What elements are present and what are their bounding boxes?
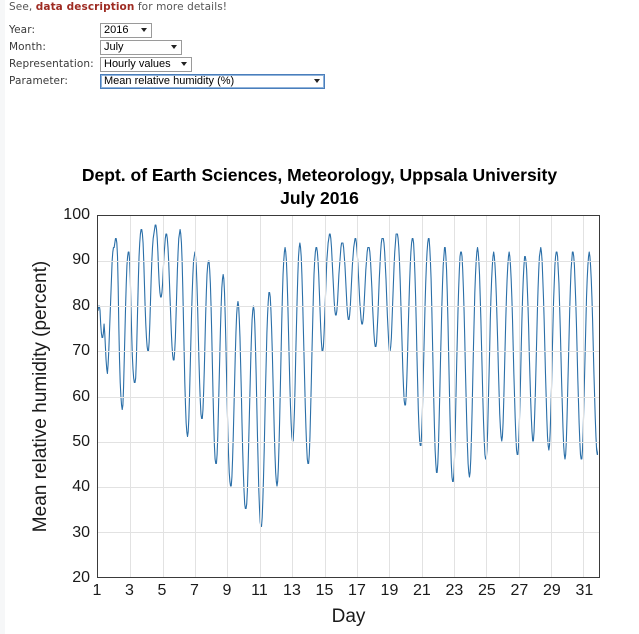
x-tick-label: 11 xyxy=(251,582,268,599)
query-form: Year: 2016 Month: July Representation: H… xyxy=(9,22,409,90)
x-tick-label: 3 xyxy=(125,582,134,599)
x-tick-label: 15 xyxy=(315,582,334,599)
representation-select-value: Hourly values xyxy=(104,57,171,70)
v-gridline xyxy=(389,216,391,577)
chart-title-line1: Dept. of Earth Sciences, Meteorology, Up… xyxy=(81,165,558,185)
data-description-note: See, data description for more details! xyxy=(9,1,227,13)
plot-area xyxy=(97,215,600,578)
x-tick-label: 25 xyxy=(478,582,496,599)
data-description-link[interactable]: data description xyxy=(36,1,135,13)
h-gridline xyxy=(98,531,599,533)
h-gridline xyxy=(98,306,599,308)
x-tick-label: 19 xyxy=(380,582,399,599)
v-gridline xyxy=(421,216,423,577)
x-tick-label: 5 xyxy=(157,582,167,599)
v-gridline xyxy=(486,216,488,577)
x-tick-label: 31 xyxy=(575,582,594,599)
chart-title-line2: July 2016 xyxy=(280,188,359,208)
month-select[interactable]: July xyxy=(100,39,182,55)
parameter-label: Parameter: xyxy=(9,75,68,87)
x-tick-label: 23 xyxy=(445,582,464,599)
x-tick-label: 17 xyxy=(348,582,366,599)
x-tick-label: 21 xyxy=(413,582,431,599)
v-gridline xyxy=(454,216,455,577)
representation-label: Representation: xyxy=(9,58,94,70)
h-gridline xyxy=(98,396,599,398)
note-suffix: for more details! xyxy=(134,1,228,13)
y-axis-title: Mean relative humidity (percent) xyxy=(30,260,51,533)
v-gridline xyxy=(162,216,164,577)
humidity-chart-figure: Dept. of Earth Sciences, Meteorology, Up… xyxy=(0,150,639,634)
h-gridline xyxy=(98,261,599,263)
h-gridline xyxy=(98,486,599,488)
year-select-value: 2016 xyxy=(104,23,129,36)
v-gridline xyxy=(227,216,229,577)
h-gridline xyxy=(98,441,599,443)
v-gridline xyxy=(551,216,553,577)
v-gridline xyxy=(356,216,358,577)
chevron-down-icon xyxy=(141,28,147,32)
representation-select[interactable]: Hourly values xyxy=(100,56,192,72)
x-axis-title: Day xyxy=(331,606,366,627)
parameter-select[interactable]: Mean relative humidity (%) xyxy=(100,73,325,89)
v-gridline xyxy=(518,216,520,577)
year-select[interactable]: 2016 xyxy=(100,22,152,38)
year-label: Year: xyxy=(9,24,36,36)
month-label: Month: xyxy=(9,41,47,53)
form-row-parameter: Parameter: Mean relative humidity (%) xyxy=(9,73,409,89)
v-gridline xyxy=(583,216,585,577)
v-gridline xyxy=(259,216,261,577)
form-row-month: Month: July xyxy=(9,39,409,55)
x-tick-label: 7 xyxy=(190,582,199,599)
v-gridline xyxy=(130,216,132,577)
h-gridline xyxy=(98,351,599,353)
chevron-down-icon xyxy=(181,62,187,66)
x-tick-label: 27 xyxy=(510,582,529,599)
v-gridline xyxy=(324,216,326,577)
chevron-down-icon xyxy=(314,79,320,83)
x-tick-label: 29 xyxy=(543,582,561,599)
plot-gridlines xyxy=(98,216,599,577)
month-select-value: July xyxy=(104,40,124,53)
v-gridline xyxy=(292,216,294,577)
x-tick-label: 9 xyxy=(222,582,232,599)
x-tick-label: 1 xyxy=(92,582,102,599)
chevron-down-icon xyxy=(171,45,177,49)
v-gridline xyxy=(195,216,197,577)
x-tick-label: 13 xyxy=(283,582,301,599)
note-prefix: See, xyxy=(9,1,36,13)
chart-title: Dept. of Earth Sciences, Meteorology, Up… xyxy=(0,164,639,210)
form-row-year: Year: 2016 xyxy=(9,22,409,38)
form-row-representation: Representation: Hourly values xyxy=(9,56,409,72)
parameter-select-value: Mean relative humidity (%) xyxy=(104,74,235,87)
x-axis-tick-labels: 1 3 5 7 9 11 13 15 17 19 21 23 25 27 29 31 xyxy=(93,582,600,606)
